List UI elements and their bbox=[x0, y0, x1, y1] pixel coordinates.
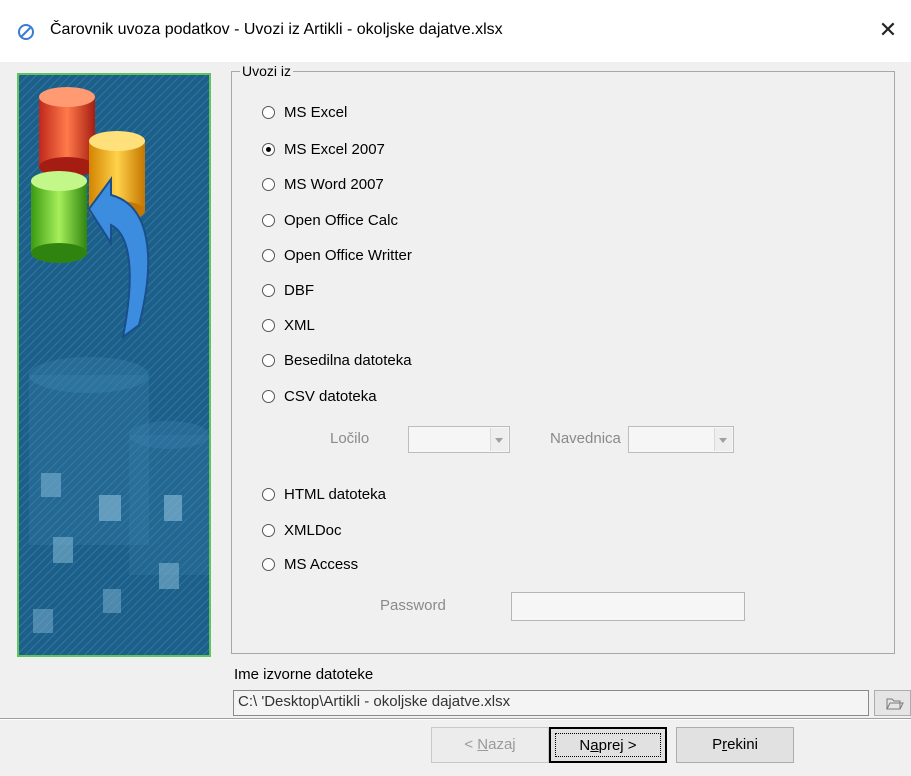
browse-button[interactable] bbox=[874, 690, 911, 716]
delimiter-label: Ločilo bbox=[330, 430, 370, 447]
radio-label: HTML datoteka bbox=[284, 485, 386, 503]
radio-label: XML bbox=[284, 316, 315, 334]
folder-open-icon bbox=[886, 698, 904, 710]
radio-dbf[interactable]: DBF bbox=[262, 279, 314, 301]
radio-xml[interactable]: XML bbox=[262, 314, 315, 336]
radio-button[interactable] bbox=[262, 213, 275, 227]
radio-html-datoteka[interactable]: HTML datoteka bbox=[262, 483, 386, 505]
radio-label: CSV datoteka bbox=[284, 387, 377, 405]
source-file-label: Ime izvorne datoteke bbox=[234, 666, 374, 683]
wizard-image-panel bbox=[17, 73, 211, 657]
cancel-button-rest: ekini bbox=[727, 736, 758, 753]
radio-button[interactable] bbox=[262, 105, 275, 119]
password-label: Password bbox=[380, 597, 446, 614]
radio-besedilna-datoteka[interactable]: Besedilna datoteka bbox=[262, 349, 412, 371]
quote-combobox[interactable] bbox=[628, 426, 734, 453]
radio-ms-excel-2007[interactable]: MS Excel 2007 bbox=[262, 138, 385, 160]
radio-label: MS Word 2007 bbox=[284, 175, 384, 193]
radio-button[interactable] bbox=[262, 487, 275, 501]
radio-csv-datoteka[interactable]: CSV datoteka bbox=[262, 385, 377, 407]
radio-button[interactable] bbox=[262, 557, 275, 571]
radio-label: XMLDoc bbox=[284, 521, 342, 539]
app-logo-icon bbox=[18, 24, 34, 40]
radio-button[interactable] bbox=[262, 523, 275, 537]
window-title: Čarovnik uvoza podatkov - Uvozi iz Artik… bbox=[50, 21, 503, 38]
delimiter-combobox[interactable] bbox=[408, 426, 510, 453]
radio-open-office-calc[interactable]: Open Office Calc bbox=[262, 209, 398, 231]
quote-label: Navednica bbox=[550, 430, 621, 447]
radio-label: Besedilna datoteka bbox=[284, 351, 412, 369]
radio-label: MS Excel 2007 bbox=[284, 140, 385, 158]
close-icon: ✕ bbox=[878, 17, 898, 42]
radio-label: Open Office Writter bbox=[284, 246, 412, 264]
password-input[interactable] bbox=[511, 592, 745, 621]
group-legend: Uvozi iz bbox=[240, 63, 294, 79]
back-button[interactable]: < Nazaj bbox=[431, 727, 549, 763]
radio-open-office-writter[interactable]: Open Office Writter bbox=[262, 244, 412, 266]
next-button[interactable]: Naprej > bbox=[549, 727, 667, 763]
radio-button[interactable] bbox=[262, 283, 275, 297]
radio-button[interactable] bbox=[262, 248, 275, 262]
back-button-prefix: < bbox=[464, 736, 478, 753]
radio-label: DBF bbox=[284, 281, 314, 299]
source-file-input[interactable]: C:\ 'Desktop\Artikli - okoljske dajatve.… bbox=[233, 690, 869, 716]
focus-rectangle bbox=[555, 733, 661, 757]
radio-ms-word-2007[interactable]: MS Word 2007 bbox=[262, 173, 384, 195]
back-button-rest: azaj bbox=[488, 736, 516, 753]
radio-button[interactable] bbox=[262, 177, 275, 191]
radio-button[interactable] bbox=[262, 318, 275, 332]
radio-button[interactable] bbox=[262, 389, 275, 403]
button-separator bbox=[0, 718, 911, 720]
radio-ms-excel[interactable]: MS Excel bbox=[262, 101, 347, 123]
radio-button-checked[interactable] bbox=[262, 142, 275, 156]
chevron-down-icon[interactable] bbox=[714, 428, 732, 451]
radio-label: MS Excel bbox=[284, 103, 348, 121]
back-button-mnemonic: N bbox=[477, 736, 489, 753]
radio-label: Open Office Calc bbox=[284, 211, 398, 229]
radio-button[interactable] bbox=[262, 353, 275, 367]
radio-label: MS Access bbox=[284, 555, 359, 573]
radio-xmldoc[interactable]: XMLDoc bbox=[262, 519, 342, 541]
cancel-button[interactable]: Prekini bbox=[676, 727, 794, 763]
radio-ms-access[interactable]: MS Access bbox=[262, 553, 358, 575]
title-bar: Čarovnik uvoza podatkov - Uvozi iz Artik… bbox=[0, 0, 911, 62]
database-import-illustration bbox=[19, 75, 209, 655]
close-button[interactable]: ✕ bbox=[865, 10, 911, 50]
cancel-button-prefix: P bbox=[712, 736, 723, 753]
chevron-down-icon[interactable] bbox=[490, 428, 508, 451]
